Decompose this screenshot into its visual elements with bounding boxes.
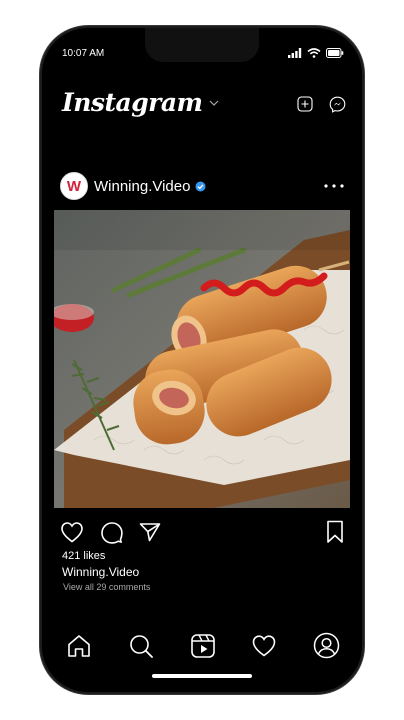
- battery-icon: [326, 48, 344, 58]
- reels-icon[interactable]: [190, 633, 216, 659]
- home-icon[interactable]: [66, 633, 92, 659]
- post-username[interactable]: Winning.Video: [94, 178, 190, 195]
- comment-icon[interactable]: [100, 521, 123, 544]
- app-header: Instagram: [62, 88, 219, 117]
- profile-icon[interactable]: [313, 632, 340, 659]
- status-icons: [288, 48, 344, 58]
- likes-count[interactable]: 421 likes: [62, 550, 105, 562]
- like-icon[interactable]: [60, 521, 84, 543]
- post-image[interactable]: [54, 210, 350, 508]
- chevron-down-icon[interactable]: [209, 100, 219, 106]
- more-options-icon[interactable]: [324, 184, 344, 188]
- view-comments-link[interactable]: View all 29 comments: [63, 582, 150, 592]
- status-time: 10:07 AM: [62, 48, 105, 59]
- caption-username[interactable]: Winning.Video: [62, 565, 139, 579]
- notch: [145, 28, 259, 62]
- bookmark-icon[interactable]: [326, 520, 344, 544]
- new-post-icon[interactable]: [297, 96, 313, 113]
- post-header: W Winning.Video: [60, 170, 344, 202]
- instagram-logo[interactable]: Instagram: [62, 88, 203, 117]
- post-actions: [60, 520, 344, 544]
- share-icon[interactable]: [139, 522, 161, 542]
- signal-icon: [288, 48, 302, 58]
- activity-icon[interactable]: [251, 634, 277, 658]
- verified-badge-icon: [195, 181, 206, 192]
- avatar[interactable]: W: [60, 172, 88, 200]
- bottom-tab-bar: [66, 632, 340, 659]
- wifi-icon: [307, 48, 321, 58]
- header-actions: [297, 96, 346, 113]
- avatar-letter: W: [66, 177, 82, 195]
- search-icon[interactable]: [128, 633, 154, 659]
- phone-frame: 10:07 AM Instagram W Winning.Video 421 l…: [42, 28, 362, 692]
- home-indicator: [152, 674, 252, 678]
- messenger-icon[interactable]: [329, 96, 346, 113]
- corn-dog-photo: [54, 210, 350, 508]
